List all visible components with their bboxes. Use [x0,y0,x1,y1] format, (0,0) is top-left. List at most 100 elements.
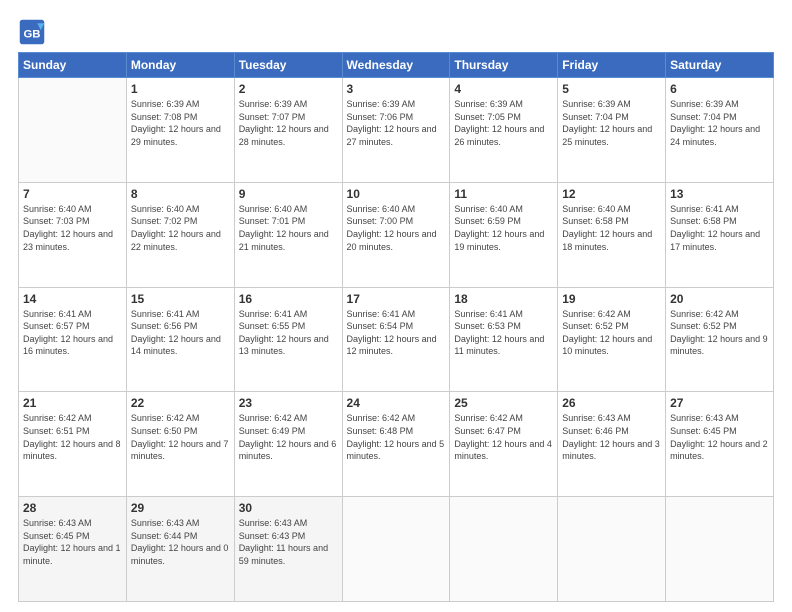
day-number: 3 [347,82,446,96]
day-cell: 18 Sunrise: 6:41 AMSunset: 6:53 PMDayligh… [450,287,558,392]
day-info: Sunrise: 6:39 AMSunset: 7:06 PMDaylight:… [347,98,446,148]
day-cell [666,497,774,602]
day-cell: 3 Sunrise: 6:39 AMSunset: 7:06 PMDaylight… [342,78,450,183]
day-cell [19,78,127,183]
day-cell: 4 Sunrise: 6:39 AMSunset: 7:05 PMDaylight… [450,78,558,183]
day-info: Sunrise: 6:39 AMSunset: 7:05 PMDaylight:… [454,98,553,148]
calendar-table: SundayMondayTuesdayWednesdayThursdayFrid… [18,52,774,602]
day-number: 27 [670,396,769,410]
day-info: Sunrise: 6:42 AMSunset: 6:50 PMDaylight:… [131,412,230,462]
day-header-wednesday: Wednesday [342,53,450,78]
day-info: Sunrise: 6:40 AMSunset: 7:00 PMDaylight:… [347,203,446,253]
day-cell: 24 Sunrise: 6:42 AMSunset: 6:48 PMDayligh… [342,392,450,497]
day-cell: 21 Sunrise: 6:42 AMSunset: 6:51 PMDayligh… [19,392,127,497]
day-number: 17 [347,292,446,306]
day-info: Sunrise: 6:42 AMSunset: 6:49 PMDaylight:… [239,412,338,462]
day-header-thursday: Thursday [450,53,558,78]
day-number: 16 [239,292,338,306]
day-number: 9 [239,187,338,201]
day-number: 2 [239,82,338,96]
day-number: 1 [131,82,230,96]
day-info: Sunrise: 6:43 AMSunset: 6:43 PMDaylight:… [239,517,338,567]
day-info: Sunrise: 6:41 AMSunset: 6:55 PMDaylight:… [239,308,338,358]
day-number: 14 [23,292,122,306]
logo-icon: GB [18,18,46,46]
day-cell: 17Sunrise: 6:41 AMSunset: 6:54 PMDayligh… [342,287,450,392]
day-number: 7 [23,187,122,201]
day-info: Sunrise: 6:41 AMSunset: 6:58 PMDaylight:… [670,203,769,253]
day-cell: 22 Sunrise: 6:42 AMSunset: 6:50 PMDayligh… [126,392,234,497]
day-number: 20 [670,292,769,306]
day-cell: 15Sunrise: 6:41 AMSunset: 6:56 PMDayligh… [126,287,234,392]
day-cell: 9 Sunrise: 6:40 AMSunset: 7:01 PMDaylight… [234,182,342,287]
day-info: Sunrise: 6:43 AMSunset: 6:44 PMDaylight:… [131,517,230,567]
day-cell: 29 Sunrise: 6:43 AMSunset: 6:44 PMDayligh… [126,497,234,602]
day-info: Sunrise: 6:39 AMSunset: 7:08 PMDaylight:… [131,98,230,148]
day-info: Sunrise: 6:39 AMSunset: 7:07 PMDaylight:… [239,98,338,148]
svg-text:GB: GB [23,28,40,40]
day-number: 12 [562,187,661,201]
day-cell: 11Sunrise: 6:40 AMSunset: 6:59 PMDayligh… [450,182,558,287]
day-number: 22 [131,396,230,410]
day-cell: 20 Sunrise: 6:42 AMSunset: 6:52 PMDayligh… [666,287,774,392]
day-cell [342,497,450,602]
week-row-5: 28 Sunrise: 6:43 AMSunset: 6:45 PMDayligh… [19,497,774,602]
day-cell: 12Sunrise: 6:40 AMSunset: 6:58 PMDayligh… [558,182,666,287]
day-number: 25 [454,396,553,410]
day-cell: 30 Sunrise: 6:43 AMSunset: 6:43 PMDayligh… [234,497,342,602]
day-cell: 10 Sunrise: 6:40 AMSunset: 7:00 PMDayligh… [342,182,450,287]
week-row-2: 7 Sunrise: 6:40 AMSunset: 7:03 PMDaylight… [19,182,774,287]
day-info: Sunrise: 6:43 AMSunset: 6:45 PMDaylight:… [23,517,122,567]
day-number: 23 [239,396,338,410]
day-info: Sunrise: 6:40 AMSunset: 6:59 PMDaylight:… [454,203,553,253]
week-row-4: 21 Sunrise: 6:42 AMSunset: 6:51 PMDayligh… [19,392,774,497]
day-cell [450,497,558,602]
day-number: 24 [347,396,446,410]
day-header-sunday: Sunday [19,53,127,78]
day-info: Sunrise: 6:42 AMSunset: 6:48 PMDaylight:… [347,412,446,462]
day-cell: 6 Sunrise: 6:39 AMSunset: 7:04 PMDaylight… [666,78,774,183]
day-number: 15 [131,292,230,306]
day-cell: 19Sunrise: 6:42 AMSunset: 6:52 PMDayligh… [558,287,666,392]
day-number: 21 [23,396,122,410]
day-cell: 23 Sunrise: 6:42 AMSunset: 6:49 PMDayligh… [234,392,342,497]
day-number: 8 [131,187,230,201]
week-row-1: 1 Sunrise: 6:39 AMSunset: 7:08 PMDaylight… [19,78,774,183]
day-cell: 5 Sunrise: 6:39 AMSunset: 7:04 PMDaylight… [558,78,666,183]
day-number: 5 [562,82,661,96]
day-cell: 14 Sunrise: 6:41 AMSunset: 6:57 PMDayligh… [19,287,127,392]
day-info: Sunrise: 6:41 AMSunset: 6:57 PMDaylight:… [23,308,122,358]
day-info: Sunrise: 6:40 AMSunset: 7:03 PMDaylight:… [23,203,122,253]
day-cell: 28 Sunrise: 6:43 AMSunset: 6:45 PMDayligh… [19,497,127,602]
day-header-tuesday: Tuesday [234,53,342,78]
day-info: Sunrise: 6:42 AMSunset: 6:52 PMDaylight:… [670,308,769,358]
day-cell: 7 Sunrise: 6:40 AMSunset: 7:03 PMDaylight… [19,182,127,287]
day-cell: 13 Sunrise: 6:41 AMSunset: 6:58 PMDayligh… [666,182,774,287]
day-cell: 1 Sunrise: 6:39 AMSunset: 7:08 PMDaylight… [126,78,234,183]
page-header: GB [18,18,774,46]
week-row-3: 14 Sunrise: 6:41 AMSunset: 6:57 PMDayligh… [19,287,774,392]
day-number: 13 [670,187,769,201]
day-number: 6 [670,82,769,96]
day-number: 26 [562,396,661,410]
day-info: Sunrise: 6:39 AMSunset: 7:04 PMDaylight:… [562,98,661,148]
day-cell: 16 Sunrise: 6:41 AMSunset: 6:55 PMDayligh… [234,287,342,392]
day-cell: 8 Sunrise: 6:40 AMSunset: 7:02 PMDaylight… [126,182,234,287]
logo: GB [18,18,50,46]
day-info: Sunrise: 6:42 AMSunset: 6:51 PMDaylight:… [23,412,122,462]
day-info: Sunrise: 6:40 AMSunset: 7:01 PMDaylight:… [239,203,338,253]
day-number: 18 [454,292,553,306]
day-header-friday: Friday [558,53,666,78]
calendar-header-row: SundayMondayTuesdayWednesdayThursdayFrid… [19,53,774,78]
day-number: 10 [347,187,446,201]
day-cell: 25Sunrise: 6:42 AMSunset: 6:47 PMDayligh… [450,392,558,497]
day-number: 30 [239,501,338,515]
day-number: 4 [454,82,553,96]
day-number: 28 [23,501,122,515]
day-info: Sunrise: 6:40 AMSunset: 7:02 PMDaylight:… [131,203,230,253]
day-cell [558,497,666,602]
day-number: 29 [131,501,230,515]
day-info: Sunrise: 6:39 AMSunset: 7:04 PMDaylight:… [670,98,769,148]
day-cell: 2 Sunrise: 6:39 AMSunset: 7:07 PMDaylight… [234,78,342,183]
day-info: Sunrise: 6:41 AMSunset: 6:53 PMDaylight:… [454,308,553,358]
